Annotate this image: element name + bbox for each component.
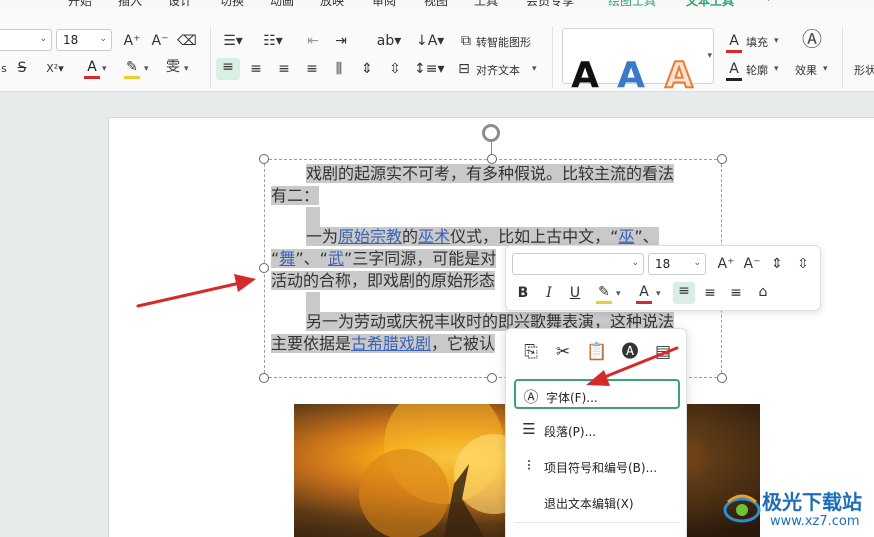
red-arrow-font — [586, 346, 679, 386]
watermark: 极光下载站 www.xz7.com — [722, 486, 872, 536]
watermark-url: www.xz7.com — [770, 514, 860, 529]
watermark-title: 极光下载站 — [762, 490, 862, 514]
site-logo-icon — [723, 494, 761, 523]
annotation-overlay — [136, 274, 679, 386]
red-arrow-left — [136, 274, 256, 308]
